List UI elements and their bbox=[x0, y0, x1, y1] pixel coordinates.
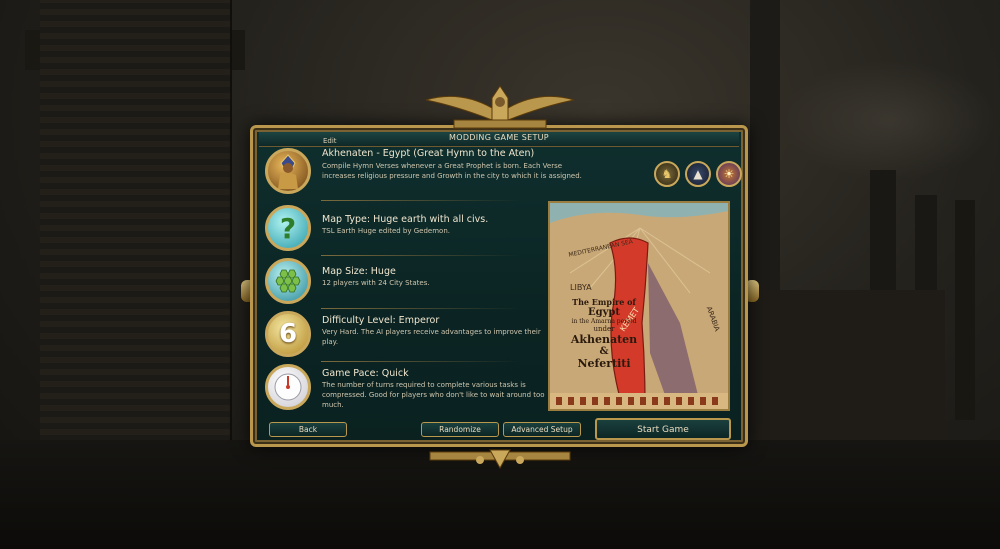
caption-line: & bbox=[599, 346, 609, 357]
pharaoh-icon bbox=[278, 154, 298, 189]
smoke bbox=[780, 60, 1000, 180]
randomize-button[interactable]: Randomize bbox=[421, 422, 499, 437]
game-pace-title: Game Pace: Quick bbox=[322, 368, 409, 379]
bottom-crest-ornament bbox=[429, 449, 571, 470]
caption-line: under bbox=[593, 325, 615, 333]
back-button[interactable]: Back bbox=[269, 422, 347, 437]
map-label-libya: LIBYA bbox=[570, 283, 592, 292]
difficulty-description: Very Hard. The AI players receive advant… bbox=[322, 328, 541, 346]
map-size-title: Map Size: Huge bbox=[322, 266, 396, 277]
hex-cluster bbox=[275, 269, 301, 293]
divider bbox=[321, 361, 521, 362]
caption-line: Nefertiti bbox=[577, 357, 631, 370]
clock-face bbox=[274, 373, 302, 401]
panel-header: MODDING GAME SETUP Edit bbox=[259, 132, 739, 147]
civ-desc-line: Compile Hymn Verses whenever a Great Pro… bbox=[322, 162, 563, 170]
hex-grid-icon[interactable] bbox=[265, 258, 311, 304]
caption-line: Akhenaten bbox=[570, 333, 638, 346]
map-caption: The Empire of Egypt in the Amarna period… bbox=[564, 297, 644, 370]
game-setup-panel: MODDING GAME SETUP Edit Akhenaten - Egyp… bbox=[250, 125, 748, 447]
difficulty-title: Difficulty Level: Emperor bbox=[322, 315, 440, 326]
civ-title: Akhenaten - Egypt (Great Hymn to the Ate… bbox=[322, 148, 535, 159]
map-size-description: 12 players with 24 City States. bbox=[322, 279, 430, 287]
chimney bbox=[750, 0, 780, 290]
caption-line: in the Amarna period bbox=[571, 318, 637, 325]
divider bbox=[321, 255, 521, 256]
unique-unit-icon[interactable]: ♞ bbox=[654, 161, 680, 187]
edit-link[interactable]: Edit bbox=[323, 137, 337, 145]
civ-desc-line: increases religious pressure and Growth … bbox=[322, 172, 582, 180]
question-icon[interactable]: ? bbox=[265, 205, 311, 251]
map-type-title: Map Type: Huge earth with all civs. bbox=[322, 214, 489, 225]
obelisk-icon[interactable]: ▲ bbox=[685, 161, 711, 187]
map-preview-image: MEDITERRANEAN SEA LIBYA ARABIA KEMET The… bbox=[548, 201, 730, 411]
start-game-button[interactable]: Start Game bbox=[595, 418, 731, 440]
caption-line: Egypt bbox=[587, 307, 621, 318]
caption-line: The Empire of bbox=[572, 297, 636, 307]
game-pace-description: The number of turns required to complete… bbox=[322, 381, 545, 409]
question-mark: ? bbox=[279, 211, 297, 245]
chimney bbox=[955, 200, 975, 420]
factory-building bbox=[745, 290, 945, 440]
difficulty-number: 6 bbox=[278, 319, 298, 349]
winged-crest-ornament bbox=[425, 85, 575, 129]
divider bbox=[321, 200, 521, 201]
faith-icon[interactable]: ☀ bbox=[716, 161, 742, 187]
advanced-setup-button[interactable]: Advanced Setup bbox=[503, 422, 581, 437]
leader-portrait[interactable] bbox=[265, 148, 311, 194]
difficulty-icon[interactable]: 6 bbox=[265, 311, 311, 357]
clock-icon[interactable] bbox=[265, 364, 311, 410]
civ-description: Compile Hymn Verses whenever a Great Pro… bbox=[322, 161, 672, 181]
divider bbox=[321, 308, 521, 309]
map-type-description: TSL Earth Huge edited by Gedemon. bbox=[322, 227, 450, 235]
